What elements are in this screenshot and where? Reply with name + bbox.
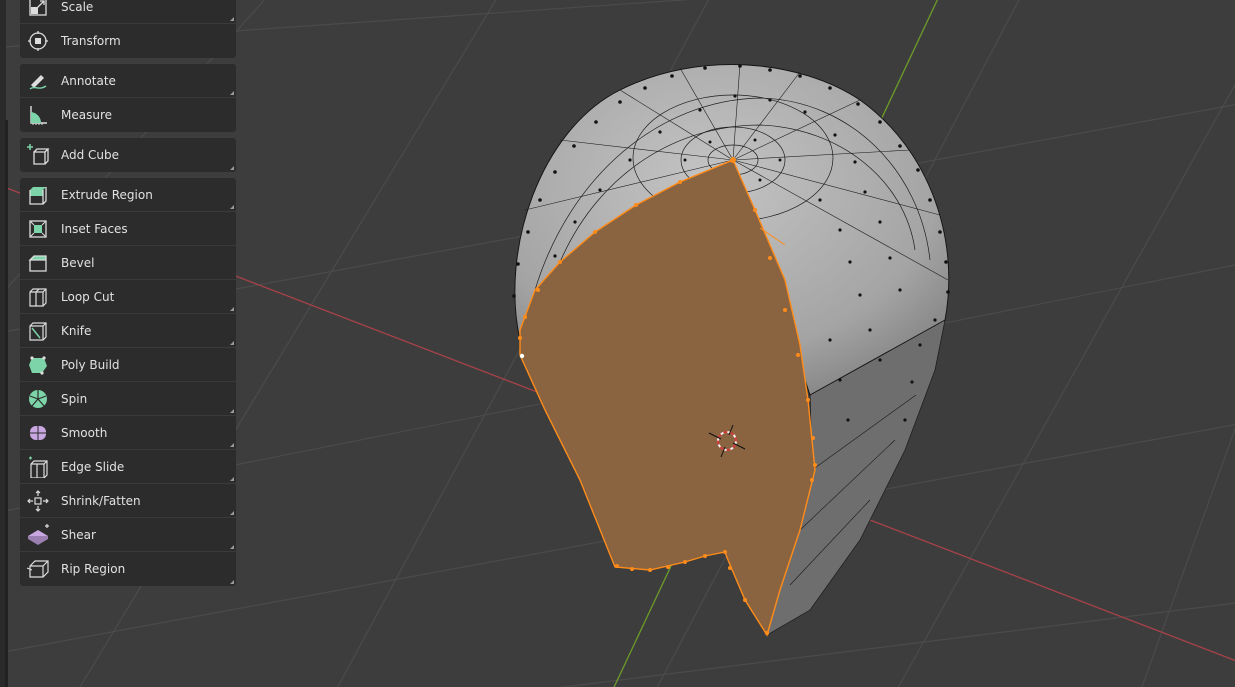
bevel-icon [25, 250, 51, 276]
poly-build-tool-button[interactable]: Poly Build [20, 348, 236, 382]
tool-label: Rip Region [61, 562, 126, 576]
tool-label: Extrude Region [61, 187, 153, 202]
scale-tool-button[interactable]: Scale [20, 0, 236, 24]
inset-faces-icon [25, 216, 51, 242]
scale-icon [25, 0, 51, 20]
tool-label: Annotate [61, 73, 116, 88]
knife-icon [25, 318, 51, 344]
submenu-indicator [230, 409, 234, 413]
spin-tool-button[interactable]: Spin [20, 382, 236, 416]
spin-icon [25, 386, 51, 412]
annotate-icon [25, 68, 51, 94]
smooth-tool-button[interactable]: Smooth [20, 416, 236, 450]
submenu-indicator [230, 341, 234, 345]
extrude-region-tool-button[interactable]: Extrude Region [20, 178, 236, 212]
tool-label: Add Cube [61, 148, 120, 162]
submenu-indicator [230, 580, 234, 584]
knife-tool-button[interactable]: Knife [20, 314, 236, 348]
rip-region-tool-button[interactable]: Rip Region [20, 552, 236, 586]
tool-label: Poly Build [61, 357, 120, 372]
poly-build-icon [25, 352, 51, 378]
bevel-tool-button[interactable]: Bevel [20, 246, 236, 280]
submenu-indicator [230, 307, 234, 311]
tool-label: Shrink/Fatten [61, 493, 141, 508]
window-edge [0, 0, 8, 687]
submenu-indicator [230, 205, 234, 209]
submenu-indicator [230, 511, 234, 515]
submenu-indicator [230, 91, 234, 95]
transform-tool-button[interactable]: Transform [20, 24, 236, 58]
tool-label: Measure [61, 108, 112, 122]
shear-tool-button[interactable]: Shear [20, 518, 236, 552]
tool-label: Scale [61, 0, 94, 14]
tool-label: Loop Cut [61, 289, 115, 304]
add-cube-icon [25, 142, 51, 168]
tool-label: Edge Slide [61, 459, 125, 474]
measure-tool-button[interactable]: Measure [20, 98, 236, 132]
submenu-indicator [230, 166, 234, 170]
tool-shelf: Scale Transform Annotate Measure Add Cub… [20, 0, 236, 592]
submenu-indicator [230, 443, 234, 447]
tool-label: Transform [61, 34, 121, 48]
loop-cut-tool-button[interactable]: Loop Cut [20, 280, 236, 314]
submenu-indicator [230, 17, 234, 21]
submenu-indicator [230, 545, 234, 549]
toolbar-group-transform: Scale Transform [20, 0, 236, 58]
shrink-fatten-tool-button[interactable]: Shrink/Fatten [20, 484, 236, 518]
toolbar-group-mesh-edit: Extrude Region Inset Faces Bevel Loop Cu… [20, 178, 236, 586]
tool-label: Spin [61, 391, 88, 406]
loop-cut-icon [25, 284, 51, 310]
toolbar-scrollbar[interactable] [5, 120, 8, 687]
extrude-region-icon [25, 182, 51, 208]
toolbar-group-add: Add Cube [20, 138, 236, 172]
submenu-indicator [230, 477, 234, 481]
annotate-tool-button[interactable]: Annotate [20, 64, 236, 98]
transform-icon [25, 28, 51, 54]
tool-label: Knife [61, 323, 92, 338]
tool-label: Smooth [61, 425, 108, 440]
add-cube-tool-button[interactable]: Add Cube [20, 138, 236, 172]
smooth-icon [25, 420, 51, 446]
edge-slide-icon [25, 454, 51, 480]
tool-label: Shear [61, 527, 96, 542]
shear-icon [25, 522, 51, 548]
measure-icon [25, 102, 51, 128]
tool-label: Bevel [61, 255, 95, 270]
rip-region-icon [25, 556, 51, 582]
toolbar-group-annotate: Annotate Measure [20, 64, 236, 132]
inset-faces-tool-button[interactable]: Inset Faces [20, 212, 236, 246]
tool-label: Inset Faces [61, 221, 128, 236]
edge-slide-tool-button[interactable]: Edge Slide [20, 450, 236, 484]
shrink-fatten-icon [25, 488, 51, 514]
